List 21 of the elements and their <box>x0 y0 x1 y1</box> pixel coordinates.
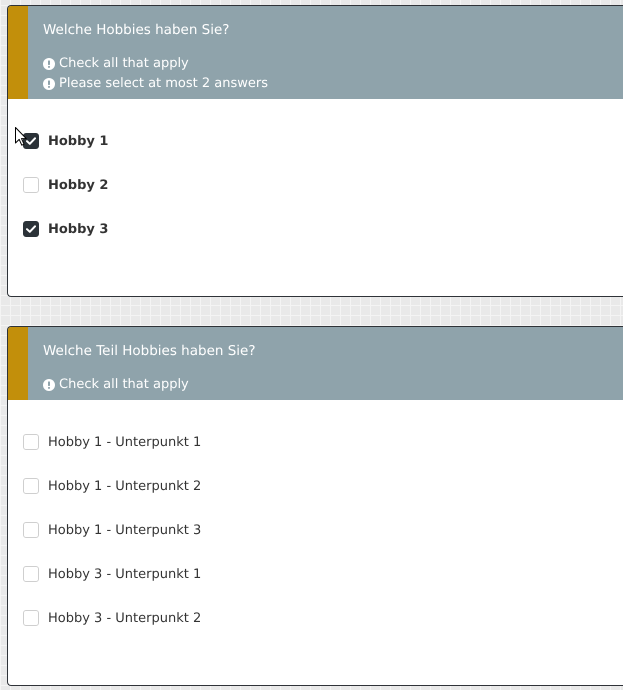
hint-text: Please select at most 2 answers <box>59 75 268 93</box>
option-label[interactable]: Hobby 1 <box>48 134 108 148</box>
hint-text: Check all that apply <box>59 55 189 73</box>
exclamation-icon <box>43 379 55 391</box>
checkbox[interactable] <box>23 133 39 149</box>
option-label[interactable]: Hobby 3 - Unterpunkt 2 <box>48 610 202 626</box>
option-label[interactable]: Hobby 1 - Unterpunkt 3 <box>48 522 202 538</box>
checkmark-icon <box>26 225 36 233</box>
question-title: Welche Hobbies haben Sie? <box>43 21 230 40</box>
question-title: Welche Teil Hobbies haben Sie? <box>43 342 257 361</box>
option-label[interactable]: Hobby 2 <box>48 178 108 192</box>
option-label[interactable]: Hobby 3 <box>48 222 108 236</box>
mouse-pointer-icon <box>15 127 27 146</box>
option-label[interactable]: Hobby 3 - Unterpunkt 1 <box>48 566 202 582</box>
checkbox[interactable] <box>23 221 39 237</box>
hint-text: Check all that apply <box>59 376 189 394</box>
checkmark-icon <box>26 137 36 145</box>
option-label[interactable]: Hobby 1 - Unterpunkt 1 <box>48 434 202 450</box>
exclamation-icon <box>43 58 55 70</box>
option-label[interactable]: Hobby 1 - Unterpunkt 2 <box>48 478 202 494</box>
exclamation-icon <box>43 78 55 90</box>
